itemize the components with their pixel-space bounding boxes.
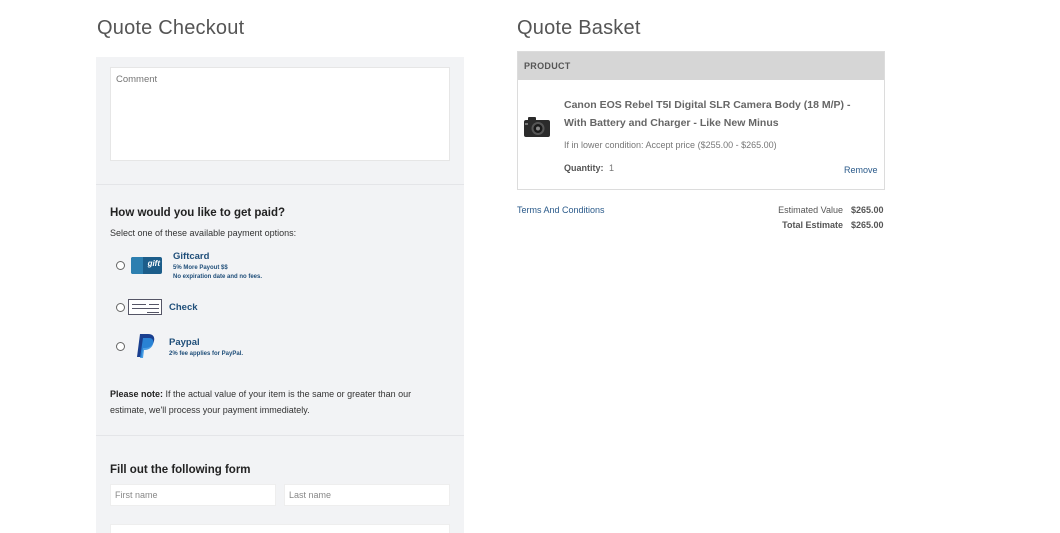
page-title-basket: Quote Basket	[517, 17, 641, 39]
giftcard-note-payout: 5% More Payout $$	[173, 265, 228, 271]
check-label[interactable]: Check	[169, 302, 198, 313]
form-section-title: Fill out the following form	[110, 464, 251, 476]
product-name[interactable]: Canon EOS Rebel T5I Digital SLR Camera B…	[564, 96, 874, 132]
remove-item-link[interactable]: Remove	[844, 165, 878, 175]
total-estimate-label: Total Estimate	[782, 220, 843, 230]
check-radio[interactable]	[116, 303, 125, 312]
payment-section-title: How would you like to get paid?	[110, 207, 286, 219]
total-estimate: $265.00	[851, 220, 884, 230]
last-name-input[interactable]	[284, 484, 450, 506]
product-condition: If in lower condition: Accept price ($25…	[564, 140, 777, 150]
terms-and-conditions-link[interactable]: Terms And Conditions	[517, 205, 605, 215]
payment-note: Please note: If the actual value of your…	[110, 387, 450, 418]
payment-section-subtitle: Select one of these available payment op…	[110, 228, 297, 238]
paypal-label[interactable]: Paypal	[169, 337, 200, 348]
quantity-value: 1	[609, 163, 615, 173]
next-form-field[interactable]	[110, 524, 450, 533]
page-title-checkout: Quote Checkout	[97, 17, 245, 39]
first-name-input[interactable]	[110, 484, 276, 506]
giftcard-radio[interactable]	[116, 261, 125, 270]
check-icon	[128, 299, 162, 315]
estimated-value: $265.00	[851, 205, 884, 215]
paypal-radio[interactable]	[116, 342, 125, 351]
quantity-label: Quantity:	[564, 163, 604, 173]
paypal-icon	[137, 334, 155, 358]
section-divider	[96, 435, 464, 436]
giftcard-note-expiration: No expiration date and no fees.	[173, 274, 263, 280]
payment-note-bold: Please note:	[110, 389, 164, 399]
paypal-note-fee: 2% fee applies for PayPal.	[169, 351, 244, 357]
giftcard-icon: gift	[131, 257, 162, 274]
comment-textarea[interactable]	[110, 67, 450, 161]
basket-column-header: PRODUCT	[518, 52, 884, 80]
estimated-value-label: Estimated Value	[778, 205, 843, 215]
section-divider	[96, 184, 464, 185]
giftcard-label[interactable]: Giftcard	[173, 251, 209, 262]
camera-icon	[524, 117, 550, 137]
